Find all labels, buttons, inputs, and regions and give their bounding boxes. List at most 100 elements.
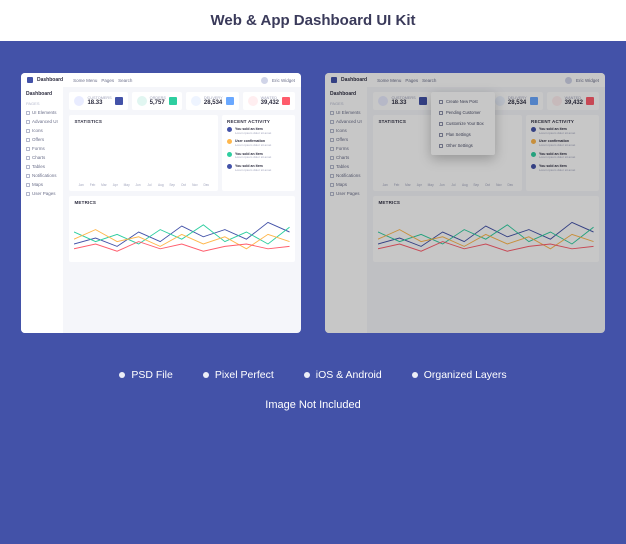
activity-item[interactable]: User confirmationLorem ipsum dolor sit a… (531, 139, 594, 147)
panel-title: STATISTICS (74, 119, 213, 124)
pages-link[interactable]: Pages (101, 78, 114, 83)
bar-label: Dec (507, 183, 513, 187)
sidebar-item[interactable]: Charts (330, 153, 362, 162)
activity-sub: Lorem ipsum dolor sit amet (539, 144, 575, 148)
sidebar: Dashboard PAGES UI Elements Advanced UI … (325, 87, 367, 333)
sidebar-item[interactable]: User Pages (330, 189, 362, 198)
logo-icon (331, 77, 337, 83)
dashboards-row: Dashboard Some Menu Pages Search Eric Wi… (0, 41, 626, 353)
sidebar-item-user-pages[interactable]: User Pages (26, 189, 58, 198)
dropdown-item-plan[interactable]: Plan Settings (435, 129, 491, 140)
activity-item[interactable]: You sold an itemLorem ipsum dolor sit am… (227, 152, 290, 160)
stat-card-wanted[interactable]: WANTED39,432 (243, 92, 295, 110)
bar-column: Mar (403, 181, 412, 187)
status-badge (226, 97, 234, 105)
dropdown-item-other[interactable]: Other Settings (435, 140, 491, 151)
status-badge (419, 97, 427, 105)
sidebar-item-offers[interactable]: Offers (26, 135, 58, 144)
activity-sub: Lorem ipsum dolor sit amet (235, 144, 271, 148)
sidebar-item-notifications[interactable]: Notifications (26, 171, 58, 180)
sidebar-item[interactable]: Forms (330, 144, 362, 153)
menu-link[interactable]: Some Menu (73, 78, 97, 83)
avatar-icon[interactable] (565, 77, 572, 84)
search-link[interactable]: Search (422, 78, 436, 83)
search-link[interactable]: Search (118, 78, 132, 83)
bar-column: Feb (392, 181, 401, 187)
sidebar-item[interactable]: Icons (330, 126, 362, 135)
nav-icon (330, 156, 334, 160)
sidebar-item-tables[interactable]: Tables (26, 162, 58, 171)
sidebar-item-charts[interactable]: Charts (26, 153, 58, 162)
user-name[interactable]: Eric Widget (272, 78, 295, 83)
dropdown-item-customize[interactable]: Customize Your Box (435, 118, 491, 129)
sidebar-item[interactable]: UI Elements (330, 108, 362, 117)
dropdown-item-pending[interactable]: Pending Customer (435, 107, 491, 118)
activity-dot-icon (531, 152, 536, 157)
bar-label: Jul (147, 183, 151, 187)
dropdown-item-create[interactable]: Create New Post (435, 96, 491, 107)
panel-title: RECENT ACTIVITY (531, 119, 594, 124)
stat-card-customers[interactable]: CUSTOMERS18.33 (373, 92, 431, 110)
gear-icon (439, 144, 443, 148)
sidebar-section-label: PAGES (330, 101, 362, 106)
bar-label: Sep (169, 183, 175, 187)
activity-item[interactable]: You sold an itemLorem ipsum dolor sit am… (227, 127, 290, 135)
sidebar-item-ui-elements[interactable]: UI Elements (26, 108, 58, 117)
bar-label: Apr (113, 183, 118, 187)
stat-card-delivery[interactable]: DELIVERY28,534 (186, 92, 239, 110)
activity-item[interactable]: User confirmationLorem ipsum dolor sit a… (227, 139, 290, 147)
bar-column: Oct (179, 181, 188, 187)
activity-dot-icon (227, 152, 232, 157)
user-name[interactable]: Eric Widget (576, 78, 599, 83)
stat-card-customers[interactable]: CUSTOMERS18.33 (69, 92, 127, 110)
sidebar-item[interactable]: Advanced UI (330, 117, 362, 126)
nav-icon (26, 174, 30, 178)
activity-item[interactable]: You sold an itemLorem ipsum dolor sit am… (227, 164, 290, 172)
activity-item[interactable]: You sold an itemLorem ipsum dolor sit am… (531, 164, 594, 172)
sidebar-item-advanced-ui[interactable]: Advanced UI (26, 117, 58, 126)
activity-sub: Lorem ipsum dolor sit amet (539, 132, 575, 136)
sidebar-item[interactable]: Tables (330, 162, 362, 171)
avatar-icon[interactable] (261, 77, 268, 84)
bar-column: Jan (380, 181, 389, 187)
nav-icon (26, 165, 30, 169)
sidebar-item[interactable]: Offers (330, 135, 362, 144)
nav-icon (330, 129, 334, 133)
stat-card-delivery[interactable]: DELIVERY28,534 (490, 92, 543, 110)
activity-sub: Lorem ipsum dolor sit amet (235, 156, 271, 160)
bullet-icon (119, 372, 125, 378)
sidebar-item[interactable]: Maps (330, 180, 362, 189)
bar-chart: JanFebMarAprMayJunJulAugSepOctNovDec (74, 127, 213, 187)
page-title: Web & App Dashboard UI Kit (0, 0, 626, 41)
sidebar-item-icons[interactable]: Icons (26, 126, 58, 135)
activity-panel: RECENT ACTIVITY You sold an itemLorem ip… (222, 115, 295, 191)
stat-card-orders[interactable]: ORDERS5,757 (132, 92, 182, 110)
dropdown-menu: Create New Post Pending Customer Customi… (431, 92, 495, 155)
bar-column: Sep (167, 181, 176, 187)
features-row: PSD File Pixel Perfect iOS & Android Org… (0, 353, 626, 391)
main-content: CUSTOMERS18.33 ORDERS5,757 DELIVERY28,53… (63, 87, 301, 333)
feature-psd: PSD File (119, 369, 172, 381)
plus-icon (439, 100, 443, 104)
sidebar-item[interactable]: Notifications (330, 171, 362, 180)
customers-icon (74, 96, 84, 106)
activity-item[interactable]: You sold an itemLorem ipsum dolor sit am… (531, 127, 594, 135)
pages-link[interactable]: Pages (405, 78, 418, 83)
bar-column: Jul (145, 181, 154, 187)
dashboard-menu-open: Dashboard Some Menu Pages Search Eric Wi… (325, 73, 605, 333)
bar-column: Jan (76, 181, 85, 187)
bar-label: Dec (203, 183, 209, 187)
bar-column: Apr (415, 181, 424, 187)
delivery-icon (495, 96, 505, 106)
stat-card-wanted[interactable]: WANTED39,432 (547, 92, 599, 110)
menu-link[interactable]: Some Menu (377, 78, 401, 83)
sidebar-item-maps[interactable]: Maps (26, 180, 58, 189)
activity-item[interactable]: You sold an itemLorem ipsum dolor sit am… (531, 152, 594, 160)
nav-icon (330, 147, 334, 151)
sidebar-item-forms[interactable]: Forms (26, 144, 58, 153)
bar-column: May (426, 181, 435, 187)
sidebar-title: Dashboard (330, 91, 362, 97)
bar-label: Apr (417, 183, 422, 187)
delivery-icon (191, 96, 201, 106)
activity-sub: Lorem ipsum dolor sit amet (539, 169, 575, 173)
